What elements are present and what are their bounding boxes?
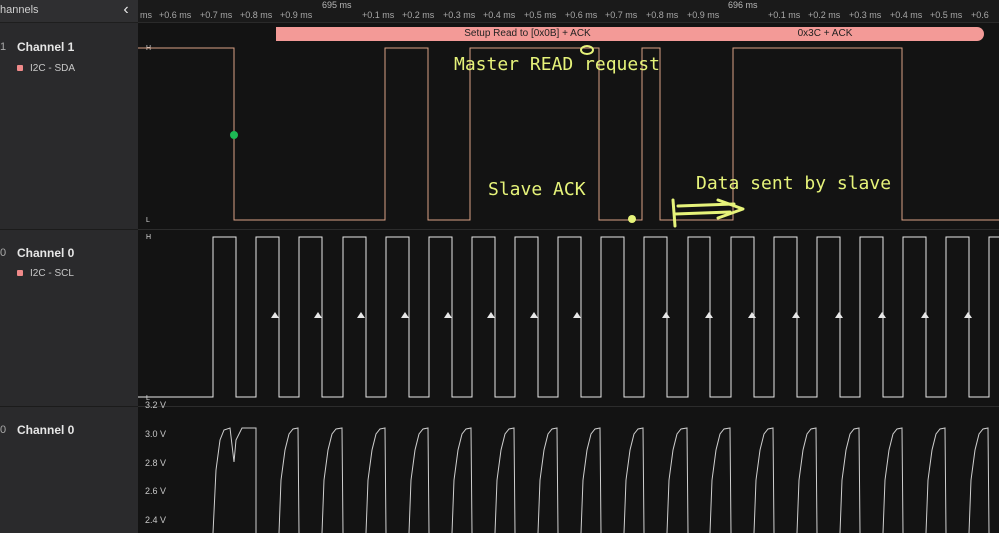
rising-edge-marker	[705, 312, 713, 318]
start-condition-marker	[230, 131, 238, 139]
channels-sidebar: hannels ‹ 1 Channel 1 I2C - SDA 0 Channe…	[0, 0, 138, 533]
channel-index: 0	[0, 247, 7, 259]
rising-edge-marker	[271, 312, 279, 318]
analog-axis-label: 3.0 V	[145, 429, 167, 439]
waveform-canvas[interactable]	[138, 0, 999, 533]
sidebar-header: hannels ‹	[0, 0, 138, 23]
rising-edge-marker	[835, 312, 843, 318]
note-data-sent: Data sent by slave	[696, 173, 892, 194]
chevron-left-icon[interactable]: ‹	[118, 1, 134, 19]
analog-axis-label: 3.2 V	[145, 400, 167, 410]
rising-edge-marker	[878, 312, 886, 318]
arrow-annotation-icon	[671, 198, 745, 228]
rising-edge-marker	[573, 312, 581, 318]
waveform-area[interactable]: 695 ms 696 ms ms +0.6 ms +0.7 ms +0.8 ms…	[138, 0, 999, 533]
note-master-read: Master READ request	[454, 54, 660, 75]
analyzer-tag[interactable]: I2C - SCL	[17, 268, 74, 279]
note-slave-ack: Slave ACK	[488, 179, 586, 200]
annotation-scribble	[580, 45, 594, 55]
analyzer-label: I2C - SDA	[30, 63, 76, 74]
channel-index: 1	[0, 41, 7, 53]
analyzer-label: I2C - SCL	[30, 268, 74, 279]
channel-name[interactable]: Channel 1	[17, 40, 74, 54]
analyzer-tag[interactable]: I2C - SDA	[17, 63, 75, 74]
channel-row-analog[interactable]: 0 Channel 0	[0, 407, 138, 533]
channel-index: 0	[0, 424, 7, 436]
rising-edge-marker	[748, 312, 756, 318]
rising-edge-marker	[357, 312, 365, 318]
channel-name[interactable]: Channel 0	[17, 246, 74, 260]
analog-trace	[212, 427, 990, 533]
channel-row-scl[interactable]: 0 Channel 0 I2C - SCL	[0, 230, 138, 407]
analog-axis-label: 2.4 V	[145, 515, 167, 525]
channel-name[interactable]: Channel 0	[17, 423, 74, 437]
analog-axis-label: 2.6 V	[145, 486, 167, 496]
rising-edge-marker	[314, 312, 322, 318]
analyzer-color-dot	[17, 65, 23, 72]
rising-edge-marker	[792, 312, 800, 318]
analog-axis-label: 2.8 V	[145, 458, 167, 468]
clock-edge-markers	[271, 312, 972, 318]
rising-edge-marker	[444, 312, 452, 318]
rising-edge-marker	[401, 312, 409, 318]
rising-edge-marker	[487, 312, 495, 318]
analyzer-color-dot	[17, 270, 23, 277]
rising-edge-marker	[530, 312, 538, 318]
rising-edge-marker	[921, 312, 929, 318]
scl-trace	[138, 236, 999, 398]
channel-row-sda[interactable]: 1 Channel 1 I2C - SDA	[0, 23, 138, 230]
rising-edge-marker	[662, 312, 670, 318]
sidebar-title: hannels	[0, 4, 39, 16]
rising-edge-marker	[964, 312, 972, 318]
annotation-dot	[628, 215, 636, 223]
